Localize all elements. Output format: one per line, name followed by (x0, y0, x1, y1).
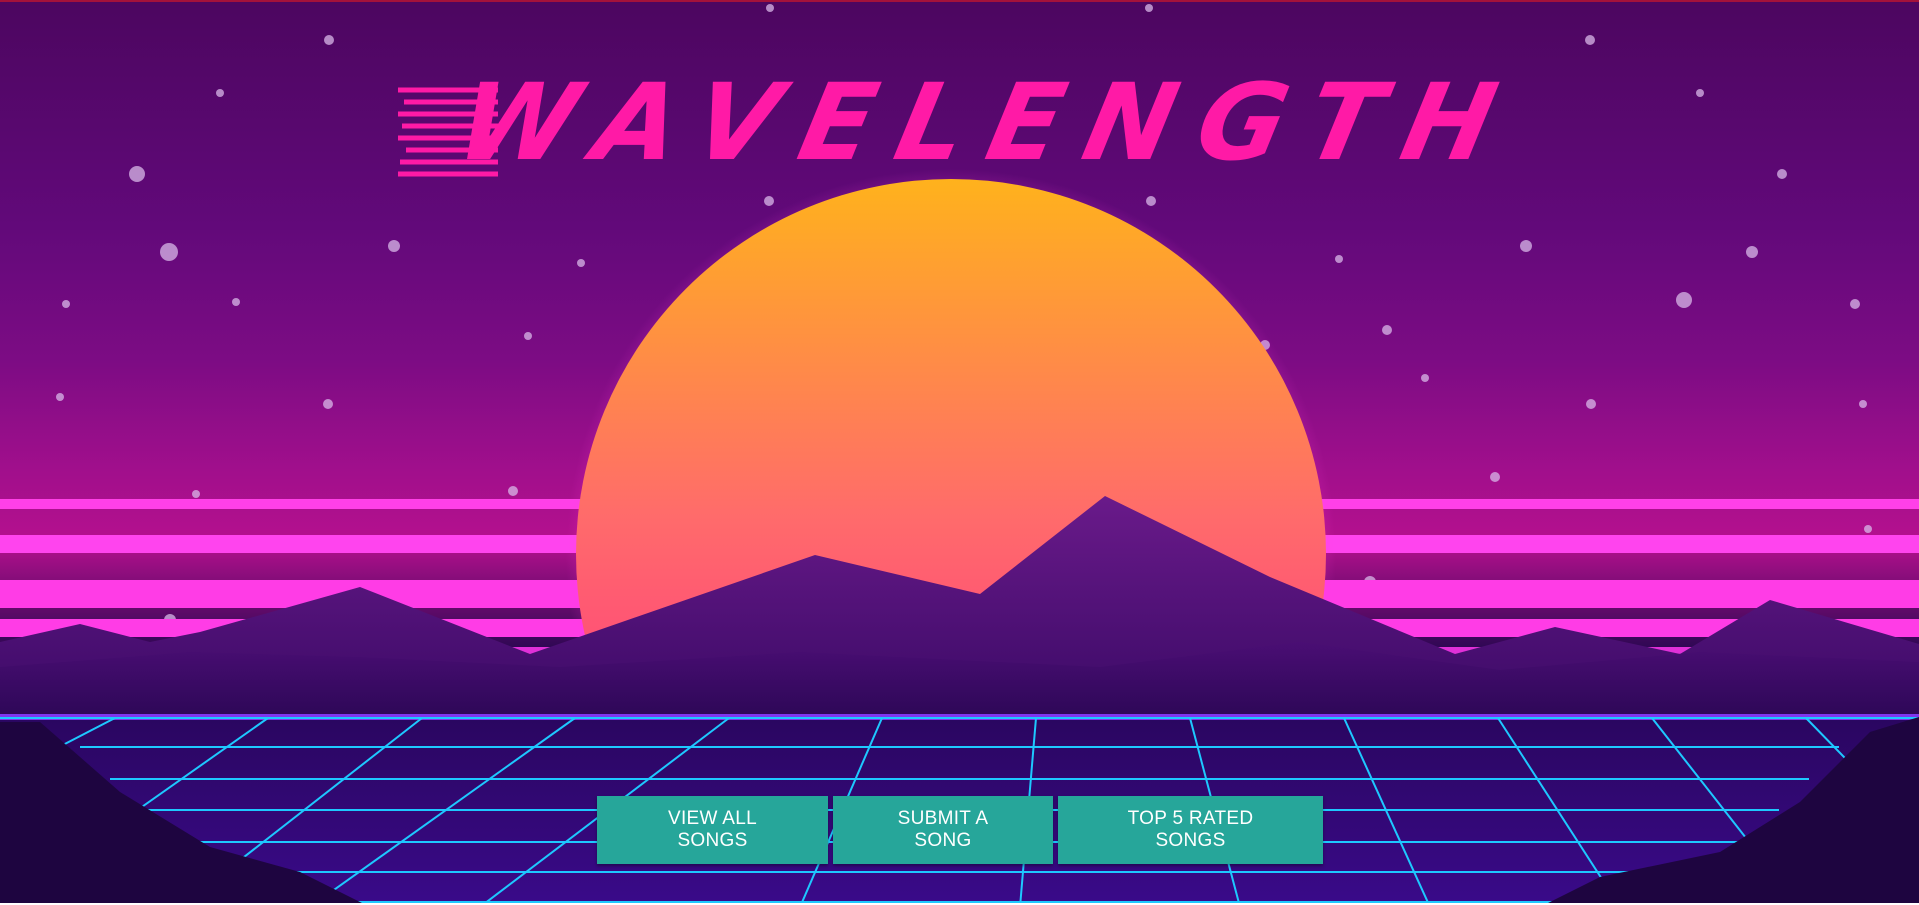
submit-song-button[interactable]: Submit a Song (833, 796, 1053, 864)
site-title: Wavelength (447, 61, 1531, 184)
view-all-songs-button[interactable]: View All Songs (597, 796, 828, 864)
top-rated-songs-button[interactable]: Top 5 Rated Songs (1058, 796, 1323, 864)
hero-banner: Wavelength View All Songs Submit a Song … (0, 0, 1919, 903)
action-buttons: View All Songs Submit a Song Top 5 Rated… (597, 796, 1323, 864)
